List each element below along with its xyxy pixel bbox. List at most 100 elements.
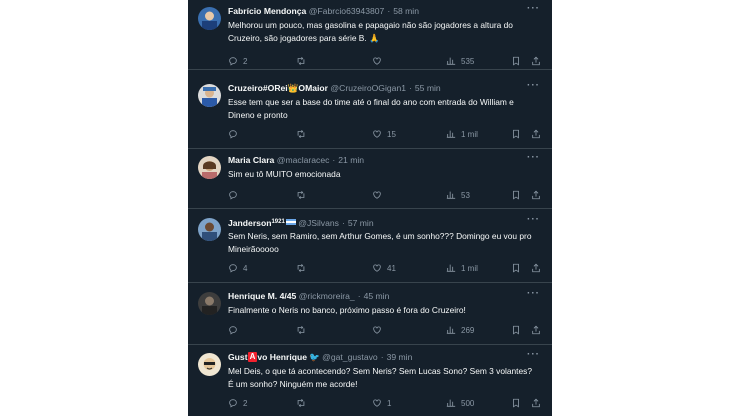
display-name[interactable]: Fabrício Mendonça [228,6,306,16]
display-name[interactable]: Henrique M. 4/45 [228,291,296,301]
bookmark-button[interactable] [511,397,526,409]
reply-button[interactable] [228,189,243,201]
like-button[interactable]: 41 [372,262,396,274]
timestamp[interactable]: 55 min [415,83,441,93]
like-button[interactable] [372,55,387,67]
share-button[interactable] [531,55,546,67]
heart-icon [373,130,381,138]
timestamp[interactable]: 45 min [364,291,390,301]
more-icon[interactable]: ··· [527,152,540,163]
retweet-button[interactable] [296,189,311,201]
bookmark-icon [513,56,519,66]
like-button[interactable] [372,189,387,201]
heart-icon [373,57,381,65]
avatar[interactable] [198,218,221,241]
reply-button[interactable]: 2 [228,397,247,409]
views-button[interactable]: 269 [446,324,474,336]
avatar[interactable] [198,156,221,179]
bookmark-button[interactable] [511,189,526,201]
share-button[interactable] [531,397,546,409]
share-icon [532,190,540,200]
views-button[interactable]: 1 mil [446,262,478,274]
view-count: 1 mil [461,129,478,139]
tweet-header: Janderson1921 @JSilvans · 57 min [228,217,528,229]
share-button[interactable] [531,189,546,201]
tweet[interactable]: Janderson1921 @JSilvans · 57 min ··· Sem N… [188,211,552,283]
like-button[interactable] [372,324,387,336]
tweet[interactable]: Fabrício Mendonça @Fabrcio63943807 · 58 mi… [188,0,552,70]
handle[interactable]: @Fabrcio63943807 [309,6,385,16]
views-button[interactable]: 1 mil [446,128,478,140]
tweet-actions: 2 1 500 [228,397,540,409]
display-name[interactable]: Cruzeiro#ORei👑OMaior [228,83,328,93]
more-icon[interactable]: ··· [527,214,540,225]
timestamp[interactable]: 21 min [338,155,364,165]
views-button[interactable]: 53 [446,189,470,201]
timestamp[interactable]: 57 min [348,218,374,228]
more-icon[interactable]: ··· [527,288,540,299]
reply-button[interactable] [228,128,243,140]
tweet[interactable]: Cruzeiro#ORei👑OMaior @CruzeiroOGigan1 · 55… [188,77,552,149]
tweet[interactable]: Henrique M. 4/45 @rickmoreira_ · 45 min ··… [188,285,552,345]
share-button[interactable] [531,128,546,140]
timestamp[interactable]: 58 min [393,6,419,16]
tweet-actions: 4 41 1 mil [228,262,540,274]
handle[interactable]: @JSilvans [298,218,339,228]
tweet-feed[interactable]: Fabrício Mendonça @Fabrcio63943807 · 58 mi… [188,0,552,416]
view-count: 53 [461,190,470,200]
reply-button[interactable]: 2 [228,55,247,67]
tweet[interactable]: Gust Avo Henrique 🐦 @gat_gustavo · 39 min ··… [188,346,552,416]
avatar[interactable] [198,353,221,376]
handle[interactable]: @maclaracec [277,155,330,165]
display-name[interactable]: Janderson1921 [228,218,296,228]
share-icon [532,398,540,408]
heart-icon [373,399,381,407]
reply-icon [229,326,237,335]
display-name[interactable]: Gust Avo Henrique 🐦 [228,352,320,362]
handle[interactable]: @gat_gustavo [322,352,378,362]
bookmark-button[interactable] [511,324,526,336]
reply-button[interactable]: 4 [228,262,247,274]
separator: · [341,218,345,228]
avatar[interactable] [198,7,221,30]
views-button[interactable]: 535 [446,55,474,67]
more-icon[interactable]: ··· [527,80,540,91]
bookmark-button[interactable] [511,262,526,274]
share-button[interactable] [531,324,546,336]
retweet-button[interactable] [296,397,311,409]
retweet-button[interactable] [296,128,311,140]
handle[interactable]: @CruzeiroOGigan1 [330,83,406,93]
letter-badge-icon: A [247,352,258,362]
reply-button[interactable] [228,324,243,336]
reply-icon [229,399,237,408]
like-button[interactable]: 1 [372,397,391,409]
more-icon[interactable]: ··· [527,349,540,360]
retweet-button[interactable] [296,324,311,336]
tweet[interactable]: Maria Clara @maclaracec · 21 min ··· Sim e… [188,149,552,209]
bookmark-icon [513,190,519,200]
like-button[interactable]: 15 [372,128,396,140]
views-button[interactable]: 500 [446,397,474,409]
bird-icon: 🐦 [309,352,320,362]
view-count: 269 [461,325,475,335]
more-icon[interactable]: ··· [527,3,540,14]
separator: · [380,352,384,362]
heart-icon [373,326,381,334]
retweet-icon [297,398,305,408]
bookmark-button[interactable] [511,55,526,67]
reply-icon [229,264,237,273]
retweet-button[interactable] [296,262,311,274]
handle[interactable]: @rickmoreira_ [299,291,355,301]
display-name-prefix: Gust [228,352,248,362]
avatar[interactable] [198,84,221,107]
bookmark-button[interactable] [511,128,526,140]
tweet-header: Cruzeiro#ORei👑OMaior @CruzeiroOGigan1 · 55… [228,83,528,94]
timestamp[interactable]: 39 min [387,352,413,362]
views-icon [446,264,456,272]
avatar[interactable] [198,292,221,315]
display-name[interactable]: Maria Clara [228,155,274,165]
share-button[interactable] [531,262,546,274]
retweet-icon [297,129,305,139]
bookmark-icon [513,325,519,335]
retweet-button[interactable] [296,55,311,67]
